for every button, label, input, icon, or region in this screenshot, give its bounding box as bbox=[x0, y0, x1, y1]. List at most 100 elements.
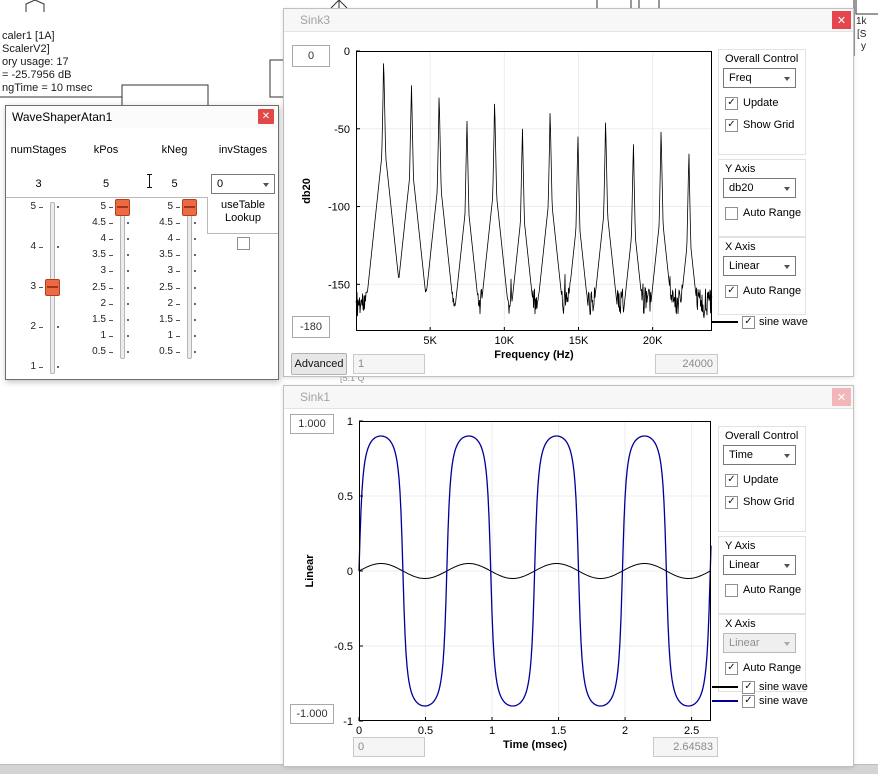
slider-tick-label: 2 bbox=[145, 298, 173, 309]
update-label: Update bbox=[743, 474, 778, 486]
kNeg-slider-handle[interactable] bbox=[182, 199, 197, 216]
close-icon[interactable]: ✕ bbox=[832, 388, 851, 406]
slider-tick-mark bbox=[176, 239, 180, 240]
y-tick-label: -1 bbox=[343, 716, 353, 728]
legend-label: sine wave bbox=[759, 681, 808, 693]
checkbox-icon: ✓ bbox=[725, 97, 738, 110]
checkbox-icon: ✓ bbox=[725, 285, 738, 298]
checkbox-icon: ✓ bbox=[725, 496, 738, 509]
y-mode-dropdown[interactable]: db20 bbox=[723, 178, 796, 198]
slider-tick-mark bbox=[176, 207, 180, 208]
slider-tick-mark bbox=[176, 320, 180, 321]
kneg-slider[interactable]: 54.543.532.521.510.5 bbox=[6, 106, 278, 379]
info-line: caler1 [1A] bbox=[2, 30, 92, 43]
slider-tick-label: 4 bbox=[145, 233, 173, 244]
slider-tick-mark bbox=[176, 255, 180, 256]
show-grid-checkbox[interactable]: ✓ Show Grid bbox=[725, 118, 794, 132]
x-tick-label: 1 bbox=[489, 725, 495, 737]
x-auto-range-checkbox[interactable]: ✓ Auto Range bbox=[725, 284, 801, 298]
sink1-titlebar[interactable]: Sink1 ✕ bbox=[284, 386, 853, 409]
update-checkbox[interactable]: ✓ Update bbox=[725, 473, 778, 487]
info-line: ngTime = 10 msec bbox=[2, 82, 92, 95]
x-tick-label: 10K bbox=[495, 335, 515, 347]
legend-line bbox=[712, 321, 738, 323]
slider-tick-dot bbox=[194, 335, 196, 337]
x-auto-range-label: Auto Range bbox=[743, 285, 801, 297]
kPos-slider-handle[interactable] bbox=[115, 199, 130, 216]
x-max-field[interactable]: 2.64583 bbox=[653, 737, 718, 757]
advanced-button[interactable]: Advanced bbox=[291, 353, 347, 375]
x-tick-label: 0.5 bbox=[418, 725, 433, 737]
display-mode-dropdown[interactable]: Freq bbox=[723, 68, 796, 88]
slider-tick-dot bbox=[194, 238, 196, 240]
slider-tick-label: 3 bbox=[145, 265, 173, 276]
slider-tick-label: 4.5 bbox=[145, 217, 173, 228]
legend-row: ✓ sine wave bbox=[712, 680, 808, 694]
spectrum-trace bbox=[356, 63, 712, 318]
slider-tick-dot bbox=[194, 287, 196, 289]
display-mode-dropdown[interactable]: Time bbox=[723, 445, 796, 465]
checkbox-icon: ✓ bbox=[725, 662, 738, 675]
legend-checkbox[interactable]: ✓ bbox=[742, 681, 755, 694]
legend-label: sine wave bbox=[759, 316, 808, 328]
x-min-field[interactable]: 0 bbox=[353, 737, 425, 757]
slider-tick-label: 5 bbox=[145, 201, 173, 212]
slider-tick-mark bbox=[176, 352, 180, 353]
slider-tick-dot bbox=[194, 351, 196, 353]
y-mode-dropdown[interactable]: Linear bbox=[723, 555, 796, 575]
x-mode-dropdown[interactable]: Linear bbox=[723, 256, 796, 276]
slider-tick-dot bbox=[194, 222, 196, 224]
y-auto-range-checkbox[interactable]: ✓ Auto Range bbox=[725, 206, 801, 220]
show-grid-label: Show Grid bbox=[743, 119, 794, 131]
edge-label: 1k bbox=[856, 16, 867, 27]
y-tick-label: -150 bbox=[328, 279, 350, 291]
diagram-info-text: caler1 [1A] ScalerV2] ory usage: 17 = -2… bbox=[2, 30, 92, 95]
x-max-field[interactable]: 24000 bbox=[655, 354, 718, 374]
kNeg-slider-track[interactable] bbox=[187, 202, 192, 359]
info-line: ScalerV2] bbox=[2, 43, 92, 56]
x-auto-range-checkbox[interactable]: ✓ Auto Range bbox=[725, 661, 801, 675]
slider-tick-mark bbox=[176, 271, 180, 272]
y-auto-range-label: Auto Range bbox=[743, 584, 801, 596]
y-auto-range-label: Auto Range bbox=[743, 207, 801, 219]
overall-control-label: Overall Control bbox=[725, 430, 798, 442]
sink3-titlebar[interactable]: Sink3 ✕ bbox=[284, 9, 853, 32]
x-min-field[interactable]: 1 bbox=[353, 354, 425, 374]
sink1-title: Sink1 bbox=[300, 390, 330, 404]
display-mode-value: Time bbox=[729, 449, 753, 461]
update-checkbox[interactable]: ✓ Update bbox=[725, 96, 778, 110]
slider-tick-dot bbox=[194, 270, 196, 272]
legend-label: sine wave bbox=[759, 695, 808, 707]
wire-fragment bbox=[26, 0, 44, 12]
x-tick-label: 0 bbox=[356, 725, 362, 737]
sink3-title: Sink3 bbox=[300, 13, 330, 27]
y-axis-label: Y Axis bbox=[725, 163, 755, 175]
x-mode-value: Linear bbox=[729, 260, 760, 272]
y-min-field[interactable]: -1.000 bbox=[290, 704, 334, 724]
y-auto-range-checkbox[interactable]: ✓ Auto Range bbox=[725, 583, 801, 597]
y-tick-label: -0.5 bbox=[334, 641, 353, 653]
y-axis-title: Linear bbox=[304, 554, 316, 588]
sink3-window: Sink3 ✕ 0 -180 5K10K15K20K0-50-100-150Fr… bbox=[283, 8, 854, 377]
legend-checkbox[interactable]: ✓ bbox=[742, 316, 755, 329]
y-axis-title: db20 bbox=[301, 178, 313, 204]
y-tick-label: 0 bbox=[344, 46, 350, 58]
legend-checkbox[interactable]: ✓ bbox=[742, 695, 755, 708]
legend-line bbox=[712, 700, 738, 702]
numStages-slider-handle[interactable] bbox=[45, 279, 60, 296]
sink1-window: Sink1 ✕ 1.000 -1.000 00.511.522.510.50-0… bbox=[283, 385, 854, 767]
x-tick-label: 5K bbox=[423, 335, 437, 347]
x-mode-dropdown: Linear bbox=[723, 633, 796, 653]
y-max-field[interactable]: 1.000 bbox=[290, 414, 334, 434]
waveform-plot: 00.511.522.510.50-0.5-1Time (msec)Linear bbox=[359, 421, 711, 721]
y-max-field[interactable]: 0 bbox=[292, 45, 330, 67]
close-icon[interactable]: ✕ bbox=[832, 11, 851, 29]
slider-tick-dot bbox=[194, 319, 196, 321]
x-tick-label: 20K bbox=[643, 335, 663, 347]
x-mode-value: Linear bbox=[729, 637, 760, 649]
show-grid-checkbox[interactable]: ✓ Show Grid bbox=[725, 495, 794, 509]
waveshaper-window: WaveShaperAtan1 ✕ numStages kPos kNeg in… bbox=[5, 105, 279, 380]
y-min-field[interactable]: -180 bbox=[292, 316, 330, 338]
y-tick-label: 1 bbox=[347, 416, 353, 428]
overall-control-label: Overall Control bbox=[725, 53, 798, 65]
